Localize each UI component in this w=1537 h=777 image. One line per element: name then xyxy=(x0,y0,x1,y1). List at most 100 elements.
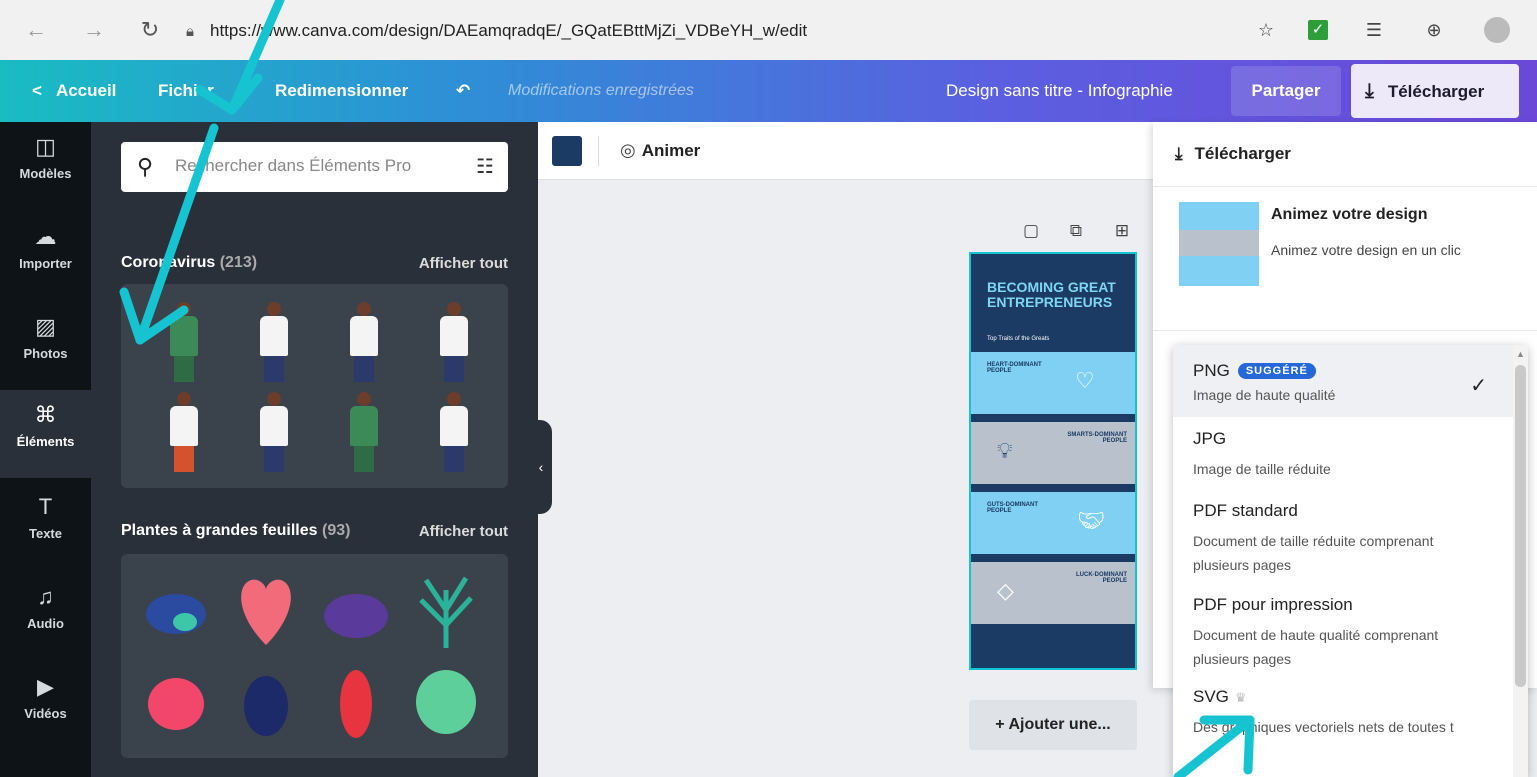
element-thumbnail[interactable] xyxy=(161,392,207,472)
file-type-option-jpg[interactable]: JPG Image de taille réduite xyxy=(1173,429,1513,481)
element-thumbnail[interactable] xyxy=(141,576,211,656)
infographic-band: HEART-DOMINANT PEOPLE ♡ xyxy=(971,352,1135,414)
show-all-link[interactable]: Afficher tout xyxy=(419,523,508,540)
scrollbar-thumb[interactable] xyxy=(1515,365,1526,687)
undo-icon[interactable]: ↶ xyxy=(456,78,470,104)
handshake-icon: 🤝︎ xyxy=(1077,508,1105,533)
file-type-option-pdf-standard[interactable]: PDF standard Document de taille réduite … xyxy=(1173,501,1513,577)
element-thumbnail[interactable] xyxy=(161,302,207,382)
sidebar-item-audio[interactable]: ♫ Audio xyxy=(0,572,91,660)
editor-topbar: < Accueil Fichier Redimensionner ↶ Modifi… xyxy=(0,60,1537,122)
collections-icon[interactable]: ⊕ xyxy=(1422,18,1446,42)
sidebar-rail: ◫ Modèles ☁ Importer ▨ Photos ⌘ Éléments… xyxy=(0,122,91,777)
duplicate-page-icon[interactable]: ⧉ xyxy=(1065,220,1087,242)
download-icon: ⤓ xyxy=(1175,144,1183,163)
profile-icon[interactable] xyxy=(1484,17,1510,43)
text-icon: T xyxy=(38,494,53,519)
design-page[interactable]: BECOMING GREAT ENTREPRENEURS Top Traits … xyxy=(969,252,1137,670)
show-all-link[interactable]: Afficher tout xyxy=(419,255,508,272)
lightbulb-icon: 💡︎ xyxy=(997,438,1013,463)
video-icon: ▶ xyxy=(37,674,54,699)
element-thumbnail[interactable] xyxy=(141,666,211,746)
element-thumbnail[interactable] xyxy=(431,302,477,382)
infographic-band: SMARTS-DOMINANT PEOPLE 💡︎ xyxy=(971,422,1135,484)
download-icon: ⤓ xyxy=(1365,80,1374,102)
infographic-band: GUTS-DOMINANT PEOPLE 🤝︎ xyxy=(971,492,1135,554)
element-thumbnail[interactable] xyxy=(251,302,297,382)
filter-icon[interactable]: ☷ xyxy=(476,154,494,179)
element-thumbnail[interactable] xyxy=(341,302,387,382)
element-thumbnail[interactable] xyxy=(321,662,391,742)
scroll-up-icon[interactable]: ▲ xyxy=(1516,349,1525,359)
animate-button[interactable]: ◎ Animer xyxy=(620,140,700,161)
checkmark-icon: ✓ xyxy=(1470,375,1487,397)
forward-icon[interactable]: → xyxy=(80,14,108,46)
dropdown-scrollbar[interactable]: ▲ xyxy=(1513,345,1528,777)
element-thumbnail[interactable] xyxy=(251,392,297,472)
note-icon[interactable]: ▢ xyxy=(1020,220,1042,242)
animate-description: Animez votre design en un clic xyxy=(1271,242,1461,258)
search-input[interactable]: ⚲ Rechercher dans Éléments Pro ☷ xyxy=(121,142,508,192)
file-menu-button[interactable]: Fichier xyxy=(158,78,214,104)
add-page-icon[interactable]: ⊞ xyxy=(1111,220,1133,242)
resize-button[interactable]: Redimensionner xyxy=(275,78,408,104)
sidebar-item-videos[interactable]: ▶ Vidéos xyxy=(0,662,91,750)
heart-hand-icon: ♡ xyxy=(1075,368,1095,393)
element-thumbnail[interactable] xyxy=(431,392,477,472)
download-button[interactable]: ⤓ Télécharger xyxy=(1351,64,1519,118)
element-thumbnail[interactable] xyxy=(231,570,301,650)
section-title-plants: Plantes à grandes feuilles (93) xyxy=(121,522,351,539)
infographic-band: LUCK-DOMINANT PEOPLE ◇ xyxy=(971,562,1135,624)
infographic-title: BECOMING GREAT ENTREPRENEURS xyxy=(987,279,1116,310)
shapes-icon: ⌘ xyxy=(34,402,57,427)
back-icon[interactable]: ← xyxy=(22,14,50,46)
diamond-icon: ◇ xyxy=(997,578,1014,603)
favorites-icon[interactable]: ☰ xyxy=(1362,18,1386,42)
elements-panel: ⚲ Rechercher dans Éléments Pro ☷ Coronav… xyxy=(91,122,538,777)
reload-icon[interactable]: ↻ xyxy=(136,14,164,46)
element-grid-plants xyxy=(121,554,508,758)
collapse-panel-handle[interactable]: ‹ xyxy=(530,420,552,514)
file-type-dropdown: PNG SUGGÉRÉ Image de haute qualité ✓ JPG … xyxy=(1173,345,1528,777)
infographic-subtitle: Top Traits of the Greats xyxy=(987,336,1050,342)
file-type-option-svg[interactable]: SVG ♛ Des graphiques vectoriels nets de t… xyxy=(1173,687,1513,739)
add-page-button[interactable]: + Ajouter une... xyxy=(969,700,1137,750)
address-bar[interactable]: 🔒︎ https://www.canva.com/design/DAEamqrad… xyxy=(186,14,986,48)
design-title[interactable]: Design sans titre - Infographie xyxy=(946,78,1173,104)
element-thumbnail[interactable] xyxy=(321,576,391,656)
browser-toolbar: ← → ↻ 🔒︎ https://www.canva.com/design/DAE… xyxy=(0,0,1537,60)
search-icon: ⚲ xyxy=(137,154,154,179)
download-panel-header: ⤓ Télécharger xyxy=(1175,144,1291,163)
file-type-option-pdf-print[interactable]: PDF pour impression Document de haute qu… xyxy=(1173,595,1513,671)
sidebar-item-importer[interactable]: ☁ Importer xyxy=(0,212,91,300)
divider xyxy=(598,136,599,166)
sidebar-item-modeles[interactable]: ◫ Modèles xyxy=(0,122,91,210)
element-thumbnail[interactable] xyxy=(341,392,387,472)
read-aloud-icon[interactable]: ☆ xyxy=(1254,18,1278,42)
element-thumbnail[interactable] xyxy=(411,570,481,650)
saved-status: Modifications enregistrées xyxy=(508,82,694,99)
chevron-left-icon: < xyxy=(32,81,42,100)
section-title-coronavirus: Coronavirus (213) xyxy=(121,254,258,271)
element-grid-coronavirus xyxy=(121,284,508,488)
image-icon: ▨ xyxy=(35,314,56,339)
sidebar-item-texte[interactable]: T Texte xyxy=(0,482,91,570)
share-button[interactable]: Partager xyxy=(1231,66,1341,116)
divider xyxy=(1153,186,1537,187)
animate-icon: ◎ xyxy=(620,140,636,160)
sidebar-item-elements[interactable]: ⌘ Éléments xyxy=(0,390,91,478)
sidebar-item-photos[interactable]: ▨ Photos xyxy=(0,302,91,390)
element-thumbnail[interactable] xyxy=(231,666,301,746)
animate-thumbnail[interactable] xyxy=(1179,202,1259,286)
home-button[interactable]: < Accueil xyxy=(32,78,116,104)
color-swatch[interactable] xyxy=(552,136,582,166)
music-icon: ♫ xyxy=(37,584,54,609)
element-thumbnail[interactable] xyxy=(411,662,481,742)
animate-title[interactable]: Animez votre design xyxy=(1271,206,1427,224)
layout-icon: ◫ xyxy=(35,134,56,159)
divider xyxy=(1153,330,1537,331)
url-text: https://www.canva.com/design/DAEamqradqE… xyxy=(210,21,808,40)
lock-icon: 🔒︎ xyxy=(186,23,194,40)
file-type-option-png[interactable]: PNG SUGGÉRÉ Image de haute qualité ✓ xyxy=(1173,345,1513,417)
extension-icon[interactable]: ✓ xyxy=(1308,20,1328,40)
